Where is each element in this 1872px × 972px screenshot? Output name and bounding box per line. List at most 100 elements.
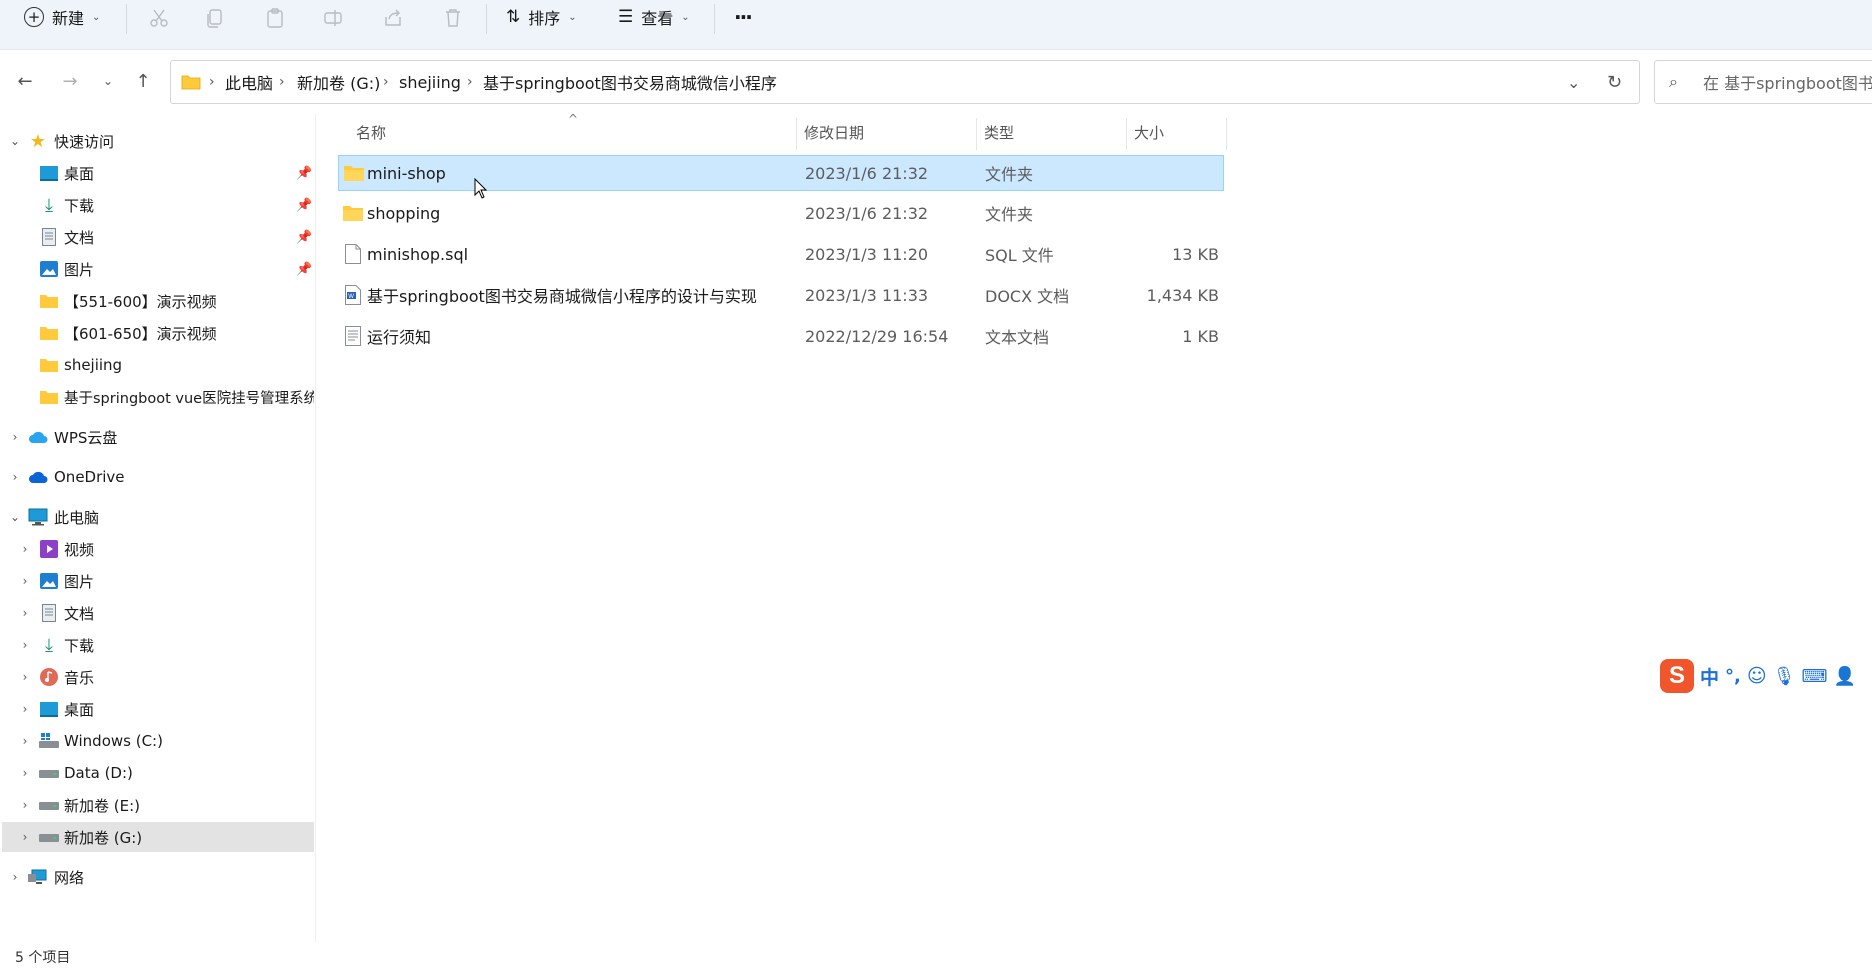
address-dropdown-button[interactable]: ⌄ <box>1567 61 1580 103</box>
user-icon[interactable]: 👤 <box>1834 666 1856 687</box>
up-button[interactable]: ↑ <box>130 68 156 94</box>
sort-button[interactable]: ⇅ 排序 ⌄ <box>506 0 577 34</box>
file-name[interactable]: shopping <box>367 196 440 230</box>
delete-icon[interactable] <box>440 6 466 30</box>
column-header-name[interactable]: 名称 <box>356 114 386 150</box>
sidebar-item-drive-d[interactable]: › Data (D:) <box>0 758 316 788</box>
emoji-icon[interactable]: ☺ <box>1747 665 1767 687</box>
breadcrumb-this-pc[interactable]: 此电脑 <box>225 61 273 103</box>
collapsed-chevron-icon[interactable]: › <box>18 734 32 748</box>
sidebar-item-drive-c[interactable]: › Windows (C:) <box>0 726 316 756</box>
collapsed-chevron-icon[interactable]: › <box>18 574 32 588</box>
column-header-type[interactable]: 类型 <box>984 114 1014 150</box>
file-row[interactable]: 运行须知 2022/12/29 16:54 文本文档 1 KB <box>338 319 1224 355</box>
sidebar-item-pc-pictures[interactable]: › 图片 <box>0 566 316 596</box>
share-icon[interactable] <box>380 6 406 30</box>
sidebar-item-drive-e[interactable]: › 新加卷 (E:) <box>0 790 316 820</box>
sidebar-item-music[interactable]: › 音乐 <box>0 662 316 692</box>
ime-mode-toggle[interactable]: 中 <box>1700 663 1719 690</box>
sidebar-item-onedrive[interactable]: › OneDrive <box>0 462 316 492</box>
file-name[interactable]: 运行须知 <box>367 319 431 353</box>
collapsed-chevron-icon[interactable]: › <box>8 470 22 484</box>
sogou-logo-icon[interactable]: S <box>1660 659 1694 693</box>
back-button[interactable]: ← <box>12 68 38 94</box>
sidebar-item-pc-downloads[interactable]: › ⤓ 下载 <box>0 630 316 660</box>
column-divider[interactable] <box>1226 118 1227 150</box>
sidebar-item-videos[interactable]: › 视频 <box>0 534 316 564</box>
column-header-date[interactable]: 修改日期 <box>804 114 864 150</box>
microphone-icon[interactable]: 🎙 <box>1773 666 1796 687</box>
copy-icon[interactable] <box>202 6 228 30</box>
file-name[interactable]: mini-shop <box>367 156 446 190</box>
sidebar-item-folder-601-650[interactable]: 【601-650】演示视频 <box>0 318 316 348</box>
file-name[interactable]: minishop.sql <box>367 237 468 271</box>
breadcrumb-drive-g[interactable]: 新加卷 (G:) <box>297 61 380 103</box>
file-row[interactable]: W 基于springboot图书交易商城微信小程序的设计与实现 2023/1/3… <box>338 278 1224 314</box>
column-divider[interactable] <box>976 118 977 150</box>
file-name[interactable]: 基于springboot图书交易商城微信小程序的设计与实现 <box>367 278 757 312</box>
refresh-button[interactable]: ↻ <box>1607 61 1622 103</box>
collapsed-chevron-icon[interactable]: › <box>18 606 32 620</box>
ime-toolbar[interactable]: S 中 °, ☺ 🎙 ⌨ 👤 <box>1660 657 1872 695</box>
sidebar-item-this-pc[interactable]: ⌄ 此电脑 <box>0 502 316 532</box>
sidebar-item-downloads[interactable]: ⤓ 下载 📌 <box>0 190 316 220</box>
breadcrumb-separator: › <box>279 74 285 90</box>
collapsed-chevron-icon[interactable]: › <box>18 830 32 844</box>
address-bar[interactable]: › 此电脑 › 新加卷 (G:) › shejiing › 基于springbo… <box>170 60 1640 104</box>
sidebar-item-pc-desktop[interactable]: › 桌面 <box>0 694 316 724</box>
expanded-chevron-icon[interactable]: ⌄ <box>8 134 22 148</box>
sidebar-item-label: 音乐 <box>64 668 95 687</box>
file-row[interactable]: shopping 2023/1/6 21:32 文件夹 <box>338 196 1224 232</box>
chevron-down-icon: ⌄ <box>92 11 101 23</box>
column-divider[interactable] <box>1126 118 1127 150</box>
recent-locations-button[interactable]: ⌄ <box>95 68 121 94</box>
paste-icon[interactable] <box>262 6 288 30</box>
collapsed-chevron-icon[interactable]: › <box>18 702 32 716</box>
chevron-down-icon: ⌄ <box>568 11 577 23</box>
collapsed-chevron-icon[interactable]: › <box>18 638 32 652</box>
folder-icon <box>343 162 365 184</box>
collapsed-chevron-icon[interactable]: › <box>18 766 32 780</box>
sidebar-item-network[interactable]: › 网络 <box>0 862 316 892</box>
rename-icon[interactable] <box>320 6 346 30</box>
file-type: 文件夹 <box>985 165 1034 184</box>
sidebar-item-documents[interactable]: 文档 📌 <box>0 222 316 252</box>
breadcrumb-current-folder[interactable]: 基于springboot图书交易商城微信小程序 <box>483 61 777 103</box>
collapsed-chevron-icon[interactable]: › <box>18 542 32 556</box>
arrow-left-icon: ← <box>17 70 33 92</box>
sidebar-item-pictures[interactable]: 图片 📌 <box>0 254 316 284</box>
forward-button[interactable]: → <box>57 68 83 94</box>
sidebar-item-quick-access[interactable]: ⌄ ★ 快速访问 <box>0 126 316 156</box>
collapsed-chevron-icon[interactable]: › <box>8 430 22 444</box>
sidebar-item-wps-cloud[interactable]: › WPS云盘 <box>0 422 316 452</box>
new-button[interactable]: + 新建 ⌄ <box>24 0 100 34</box>
document-icon <box>39 227 59 247</box>
sidebar-item-pc-documents[interactable]: › 文档 <box>0 598 316 628</box>
expanded-chevron-icon[interactable]: ⌄ <box>8 510 22 524</box>
keyboard-icon[interactable]: ⌨ <box>1802 666 1828 687</box>
arrow-up-icon: ↑ <box>135 70 151 92</box>
view-button[interactable]: ☰ 查看 ⌄ <box>618 0 690 34</box>
sidebar-item-label: Windows (C:) <box>64 732 163 750</box>
file-size: 1,434 KB <box>1146 285 1219 305</box>
sidebar-item-desktop[interactable]: 桌面 📌 <box>0 158 316 188</box>
breadcrumb-shejiing[interactable]: shejiing <box>399 61 461 103</box>
collapsed-chevron-icon[interactable]: › <box>18 670 32 684</box>
cut-icon[interactable] <box>146 6 172 30</box>
desktop-icon <box>39 163 59 183</box>
sidebar-item-hospital-project[interactable]: 基于springboot vue医院挂号管理系统 <box>0 382 316 412</box>
file-row[interactable]: mini-shop 2023/1/6 21:32 文件夹 <box>338 155 1224 191</box>
search-input[interactable]: 在 基于springboot图书交 <box>1703 61 1872 103</box>
file-row[interactable]: minishop.sql 2023/1/3 11:20 SQL 文件 13 KB <box>338 237 1224 273</box>
column-divider[interactable] <box>796 118 797 150</box>
sidebar-item-label: 视频 <box>64 540 95 559</box>
collapsed-chevron-icon[interactable]: › <box>8 870 22 884</box>
sidebar-item-shejiing[interactable]: shejiing <box>0 350 316 380</box>
sidebar-item-folder-551-600[interactable]: 【551-600】演示视频 <box>0 286 316 316</box>
punctuation-icon[interactable]: °, <box>1725 666 1741 687</box>
sidebar-item-drive-g[interactable]: › 新加卷 (G:) <box>2 822 314 852</box>
column-header-size[interactable]: 大小 <box>1134 114 1164 150</box>
search-box[interactable]: ⌕ 在 基于springboot图书交 <box>1654 60 1872 104</box>
more-options-button[interactable]: ··· <box>734 0 753 34</box>
collapsed-chevron-icon[interactable]: › <box>18 798 32 812</box>
